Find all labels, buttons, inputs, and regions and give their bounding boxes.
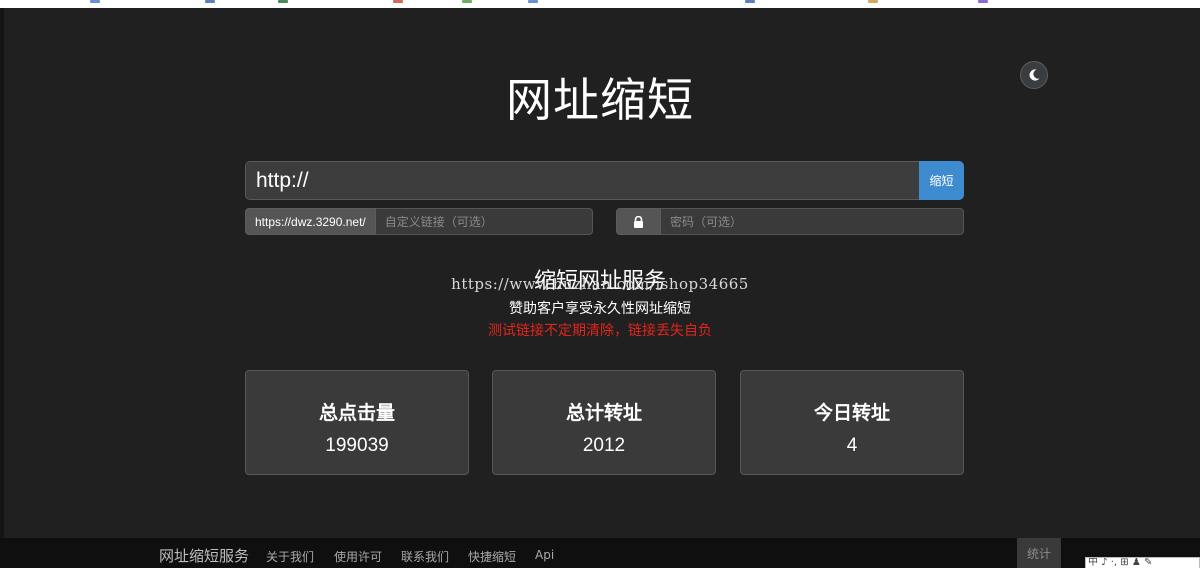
short-domain-prefix: https://dwz.3290.net/: [245, 208, 376, 235]
footer-link-contact[interactable]: 联系我们: [401, 548, 449, 565]
watermark-text: https://www.huzhan.com/ishop34665: [451, 275, 749, 293]
lock-addon: [616, 208, 661, 235]
stat-label: 总计转址: [565, 402, 642, 424]
stat-card-total-clicks: 总点击量 199039: [245, 370, 469, 475]
browser-bookmarks-strip: [0, 0, 1200, 8]
footer-link-license[interactable]: 使用许可: [334, 548, 382, 565]
ime-toolbar[interactable]: 中 ♪ ·, ⊞ ♟ ✎: [1085, 557, 1200, 568]
page-title: 网址缩短: [506, 73, 694, 127]
shorten-button[interactable]: 缩短: [919, 161, 964, 200]
service-tagline: 赞助客户享受永久性网址缩短: [509, 301, 691, 317]
footer: 网址缩短服务 关于我们 使用许可 联系我们 快捷缩短 Api 统计: [0, 538, 1200, 568]
custom-link-group: https://dwz.3290.net/: [245, 208, 593, 235]
footer-brand[interactable]: 网址缩短服务: [159, 545, 249, 566]
custom-link-input[interactable]: [375, 208, 593, 235]
stat-value: 2012: [582, 435, 626, 456]
password-group: [616, 208, 964, 235]
stat-label: 今日转址: [813, 402, 890, 424]
warning-notice: 测试链接不定期清除，链接丢失自负: [488, 323, 712, 339]
footer-link-api[interactable]: Api: [535, 548, 554, 562]
stat-label: 总点击量: [318, 402, 395, 424]
footer-link-about[interactable]: 关于我们: [266, 548, 314, 565]
password-input[interactable]: [661, 208, 964, 235]
lock-icon: [634, 215, 643, 228]
stat-card-total-redirects: 总计转址 2012: [492, 370, 716, 475]
stat-value: 4: [846, 435, 858, 456]
stat-card-today-redirects: 今日转址 4: [740, 370, 964, 475]
footer-link-quick-shorten[interactable]: 快捷缩短: [468, 548, 516, 565]
stat-value: 199039: [325, 435, 389, 456]
url-input[interactable]: [245, 161, 919, 200]
footer-stats-button[interactable]: 统计: [1017, 538, 1061, 568]
url-input-group: 缩短: [245, 161, 964, 200]
